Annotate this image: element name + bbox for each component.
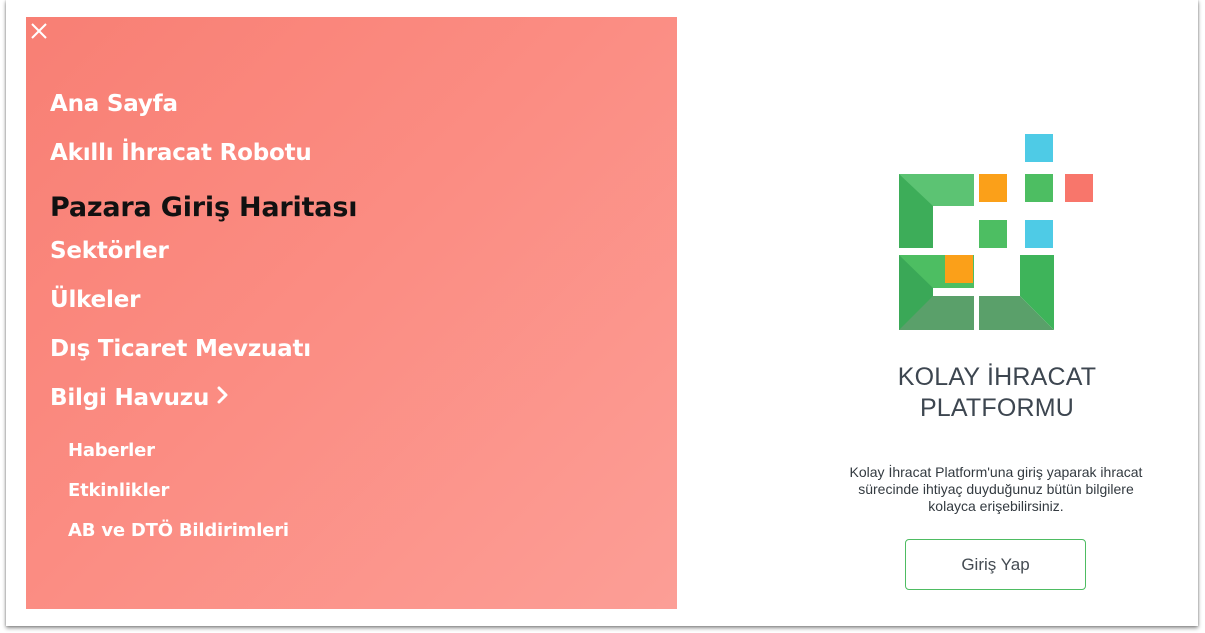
login-button[interactable]: Giriş Yap	[905, 539, 1086, 590]
sub-item-haberler[interactable]: Haberler	[68, 440, 155, 461]
brand-title-line1: KOLAY İHRACAT	[897, 363, 1097, 391]
sub-item-etkinlikler[interactable]: Etkinlikler	[68, 480, 169, 501]
nav-item-ana-sayfa[interactable]: Ana Sayfa	[50, 91, 178, 117]
nav-item-dis-ticaret-mevzuati[interactable]: Dış Ticaret Mevzuatı	[50, 336, 311, 362]
brand-description: Kolay İhracat Platform'una giriş yaparak…	[849, 464, 1143, 514]
nav-item-ulkeler[interactable]: Ülkeler	[50, 287, 140, 313]
nav-item-bilgi-havuzu-label: Bilgi Havuzu	[50, 385, 210, 411]
kolay-ihracat-logo	[899, 134, 1095, 337]
brand-title: KOLAY İHRACAT PLATFORMU	[677, 362, 1205, 424]
brand-title-line2: PLATFORMU	[919, 394, 1075, 422]
navigation-menu-panel: Ana Sayfa Akıllı İhracat Robotu Pazara G…	[26, 17, 677, 609]
nav-item-bilgi-havuzu[interactable]: Bilgi Havuzu	[50, 385, 228, 411]
nav-item-sektorler[interactable]: Sektörler	[50, 238, 169, 264]
nav-item-pazara-giris-haritasi[interactable]: Pazara Giriş Haritası	[50, 192, 357, 223]
sub-item-ab-ve-dto-bildirimleri[interactable]: AB ve DTÖ Bildirimleri	[68, 520, 289, 541]
chevron-right-icon	[217, 384, 228, 410]
close-icon[interactable]	[30, 22, 48, 40]
nav-item-akilli-ihracat-robotu[interactable]: Akıllı İhracat Robotu	[50, 140, 312, 166]
brand-panel: KOLAY İHRACAT PLATFORMU Kolay İhracat Pl…	[677, 17, 1199, 609]
